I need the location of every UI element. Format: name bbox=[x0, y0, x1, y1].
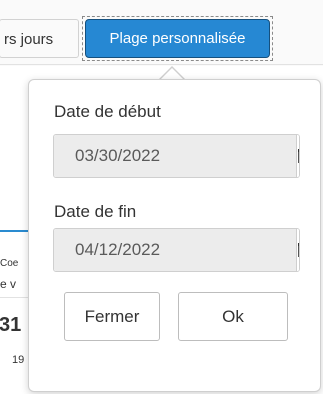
start-date-calendar-button[interactable] bbox=[297, 135, 299, 177]
range-tab-custom[interactable]: Plage personnalisée bbox=[85, 19, 270, 58]
calendar-icon bbox=[298, 149, 299, 163]
calendar-icon bbox=[298, 243, 299, 257]
background-divider bbox=[0, 297, 28, 298]
background-text: Coe bbox=[0, 258, 19, 269]
range-tab-custom-focus[interactable]: Plage personnalisée bbox=[82, 16, 273, 61]
end-date-calendar-button[interactable] bbox=[297, 229, 299, 271]
end-date-input[interactable] bbox=[54, 229, 297, 271]
background-text: 19 bbox=[12, 354, 25, 366]
start-date-group bbox=[53, 134, 300, 178]
range-tab-last-days[interactable]: rs jours bbox=[0, 19, 79, 58]
ok-button[interactable]: Ok bbox=[178, 292, 288, 341]
close-button[interactable]: Fermer bbox=[64, 292, 160, 341]
background-accent-line bbox=[0, 230, 28, 232]
end-date-label: Date de fin bbox=[54, 202, 137, 221]
background-value: 31 bbox=[0, 314, 22, 336]
end-date-group bbox=[53, 228, 300, 272]
start-date-label: Date de début bbox=[54, 102, 161, 121]
background-text: e v bbox=[0, 277, 17, 291]
date-range-popover: Date de début Date de fin bbox=[28, 79, 321, 392]
toolbar-divider bbox=[0, 64, 323, 65]
start-date-input[interactable] bbox=[54, 135, 297, 177]
